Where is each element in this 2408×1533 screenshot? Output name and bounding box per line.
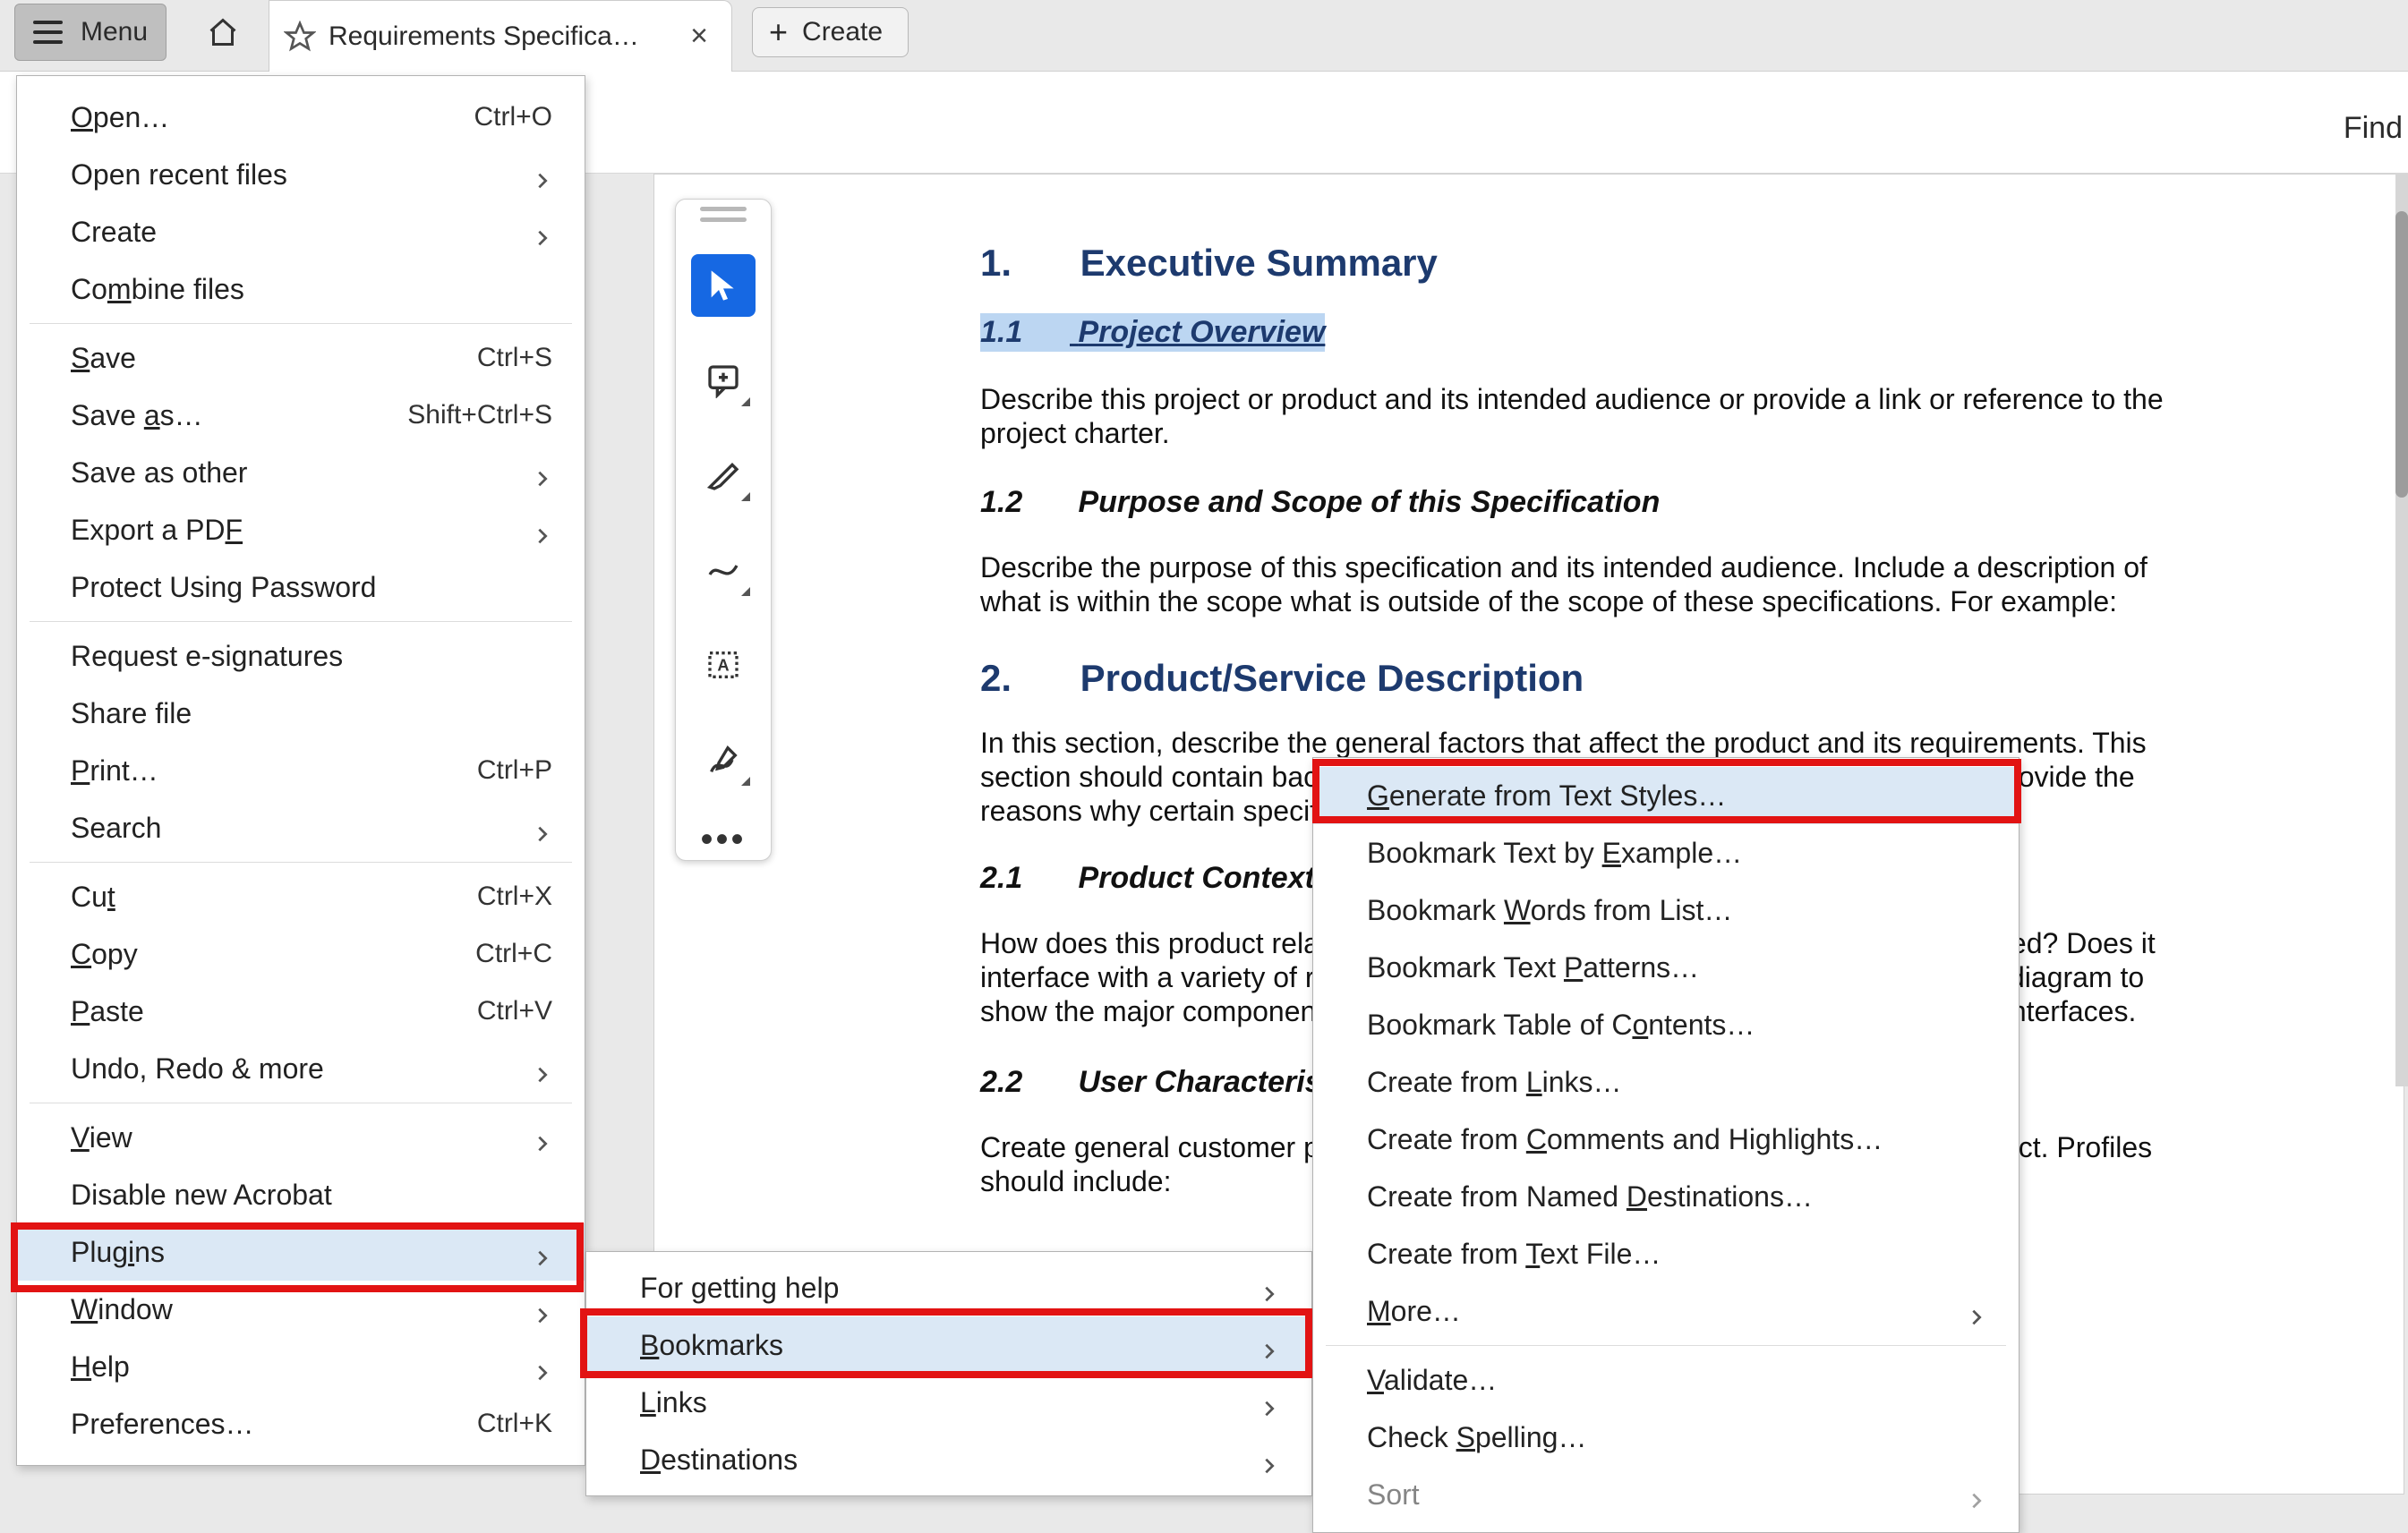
heading-2: 2. Product/Service Description	[980, 657, 1584, 700]
menu-view[interactable]: View	[17, 1109, 585, 1166]
bookmarks-submenu: Generate from Text Styles… Bookmark Text…	[1312, 757, 2019, 1533]
marker-icon	[705, 457, 741, 493]
chevron-right-icon	[1260, 1335, 1279, 1355]
draw-tool[interactable]	[691, 539, 756, 601]
chevron-right-icon	[533, 1128, 552, 1147]
vertical-scrollbar[interactable]	[2395, 174, 2408, 1086]
menu-plugins[interactable]: Plugins	[17, 1223, 585, 1281]
plus-icon: +	[769, 16, 788, 48]
create-label: Create	[802, 17, 883, 47]
menu-cut[interactable]: Cut Ctrl+X	[17, 868, 585, 925]
titlebar: Menu Requirements Specifica… × + Create	[0, 0, 2408, 72]
home-icon	[207, 16, 239, 48]
star-icon	[284, 21, 316, 53]
menu-save[interactable]: Save Ctrl+S	[17, 329, 585, 387]
menu-window[interactable]: Window	[17, 1281, 585, 1338]
menu-open[interactable]: Open… Ctrl+O	[17, 89, 585, 146]
bm-from-comments[interactable]: Create from Comments and Highlights…	[1313, 1111, 2019, 1168]
menu-print[interactable]: Print… Ctrl+P	[17, 742, 585, 799]
main-menu: Open… Ctrl+O Open recent files Create Co…	[16, 75, 585, 1466]
chevron-right-icon	[533, 1357, 552, 1376]
plugins-bookmarks[interactable]: Bookmarks	[586, 1316, 1311, 1374]
sign-tool[interactable]	[691, 728, 756, 791]
bm-words-list[interactable]: Bookmark Words from List…	[1313, 881, 2019, 939]
menu-create[interactable]: Create	[17, 203, 585, 260]
menu-esign[interactable]: Request e-signatures	[17, 627, 585, 685]
chevron-right-icon	[533, 1242, 552, 1262]
chevron-right-icon	[1260, 1450, 1279, 1469]
chevron-right-icon	[1967, 1485, 1986, 1504]
bm-by-example[interactable]: Bookmark Text by Example…	[1313, 824, 2019, 881]
menu-disable-new[interactable]: Disable new Acrobat	[17, 1166, 585, 1223]
chevron-right-icon	[533, 520, 552, 540]
add-comment-tool[interactable]	[691, 349, 756, 412]
scrollbar-thumb[interactable]	[2395, 211, 2408, 498]
menu-button-label: Menu	[81, 17, 148, 47]
plugins-help[interactable]: For getting help	[586, 1259, 1311, 1316]
quick-tools-panel[interactable]: A •••	[675, 199, 772, 861]
chevron-right-icon	[533, 1299, 552, 1319]
heading-1: 1. Executive Summary	[980, 242, 1438, 285]
chevron-right-icon	[1967, 1301, 1986, 1321]
find-label[interactable]: Find	[2344, 111, 2403, 146]
comment-add-icon	[705, 362, 741, 398]
create-tab-button[interactable]: + Create	[752, 7, 909, 57]
menu-undo[interactable]: Undo, Redo & more	[17, 1040, 585, 1097]
cursor-icon	[705, 268, 741, 303]
panel-drag-handle[interactable]	[700, 207, 747, 222]
menu-paste[interactable]: Paste Ctrl+V	[17, 983, 585, 1040]
menu-save-other[interactable]: Save as other	[17, 444, 585, 501]
freehand-icon	[705, 552, 741, 588]
add-text-tool[interactable]: A	[691, 634, 756, 696]
plugins-destinations[interactable]: Destinations	[586, 1431, 1311, 1488]
heading-1-1-selected[interactable]: 1.1 Project Overview	[980, 313, 1325, 352]
paragraph: Describe this project or product and its…	[980, 383, 2180, 451]
chevron-right-icon	[533, 1059, 552, 1078]
select-tool[interactable]	[691, 254, 756, 317]
plugins-submenu: For getting help Bookmarks Links Destina…	[585, 1251, 1312, 1496]
home-button[interactable]	[188, 4, 258, 61]
plugins-links[interactable]: Links	[586, 1374, 1311, 1431]
heading-2-1: 2.1 Product Context	[980, 861, 1315, 896]
menu-button[interactable]: Menu	[14, 4, 167, 61]
document-tab[interactable]: Requirements Specifica… ×	[269, 0, 732, 72]
menu-share[interactable]: Share file	[17, 685, 585, 742]
chevron-right-icon	[1260, 1278, 1279, 1298]
menu-preferences[interactable]: Preferences… Ctrl+K	[17, 1395, 585, 1452]
highlight-tool[interactable]	[691, 444, 756, 507]
bm-from-links[interactable]: Create from Links…	[1313, 1053, 2019, 1111]
menu-copy[interactable]: Copy Ctrl+C	[17, 925, 585, 983]
close-tab-button[interactable]: ×	[681, 19, 717, 55]
heading-1-2: 1.2 Purpose and Scope of this Specificat…	[980, 485, 1660, 520]
close-icon: ×	[690, 19, 708, 54]
chevron-right-icon	[533, 463, 552, 482]
menu-combine[interactable]: Combine files	[17, 260, 585, 318]
hamburger-icon	[33, 21, 63, 44]
bm-sort[interactable]: Sort	[1313, 1466, 2019, 1523]
pen-sign-icon	[705, 742, 741, 778]
bm-spelling[interactable]: Check Spelling…	[1313, 1409, 2019, 1466]
tab-title: Requirements Specifica…	[329, 21, 681, 52]
chevron-right-icon	[533, 818, 552, 838]
bm-more[interactable]: More…	[1313, 1282, 2019, 1340]
chevron-right-icon	[533, 165, 552, 184]
menu-open-recent[interactable]: Open recent files	[17, 146, 585, 203]
bm-toc[interactable]: Bookmark Table of Contents…	[1313, 996, 2019, 1053]
paragraph: Describe the purpose of this specificati…	[980, 551, 2180, 619]
chevron-right-icon	[533, 222, 552, 242]
menu-help[interactable]: Help	[17, 1338, 585, 1395]
text-box-icon: A	[705, 647, 741, 683]
chevron-right-icon	[1260, 1392, 1279, 1412]
bm-from-textfile[interactable]: Create from Text File…	[1313, 1225, 2019, 1282]
menu-save-as[interactable]: Save as… Shift+Ctrl+S	[17, 387, 585, 444]
menu-export-pdf[interactable]: Export a PDF	[17, 501, 585, 558]
bm-generate[interactable]: Generate from Text Styles…	[1313, 767, 2019, 824]
more-tools-button[interactable]: •••	[700, 820, 746, 860]
menu-protect[interactable]: Protect Using Password	[17, 558, 585, 616]
bm-validate[interactable]: Validate…	[1313, 1351, 2019, 1409]
bm-from-named[interactable]: Create from Named Destinations…	[1313, 1168, 2019, 1225]
menu-search[interactable]: Search	[17, 799, 585, 856]
bm-text-patterns[interactable]: Bookmark Text Patterns…	[1313, 939, 2019, 996]
svg-text:A: A	[717, 656, 729, 675]
